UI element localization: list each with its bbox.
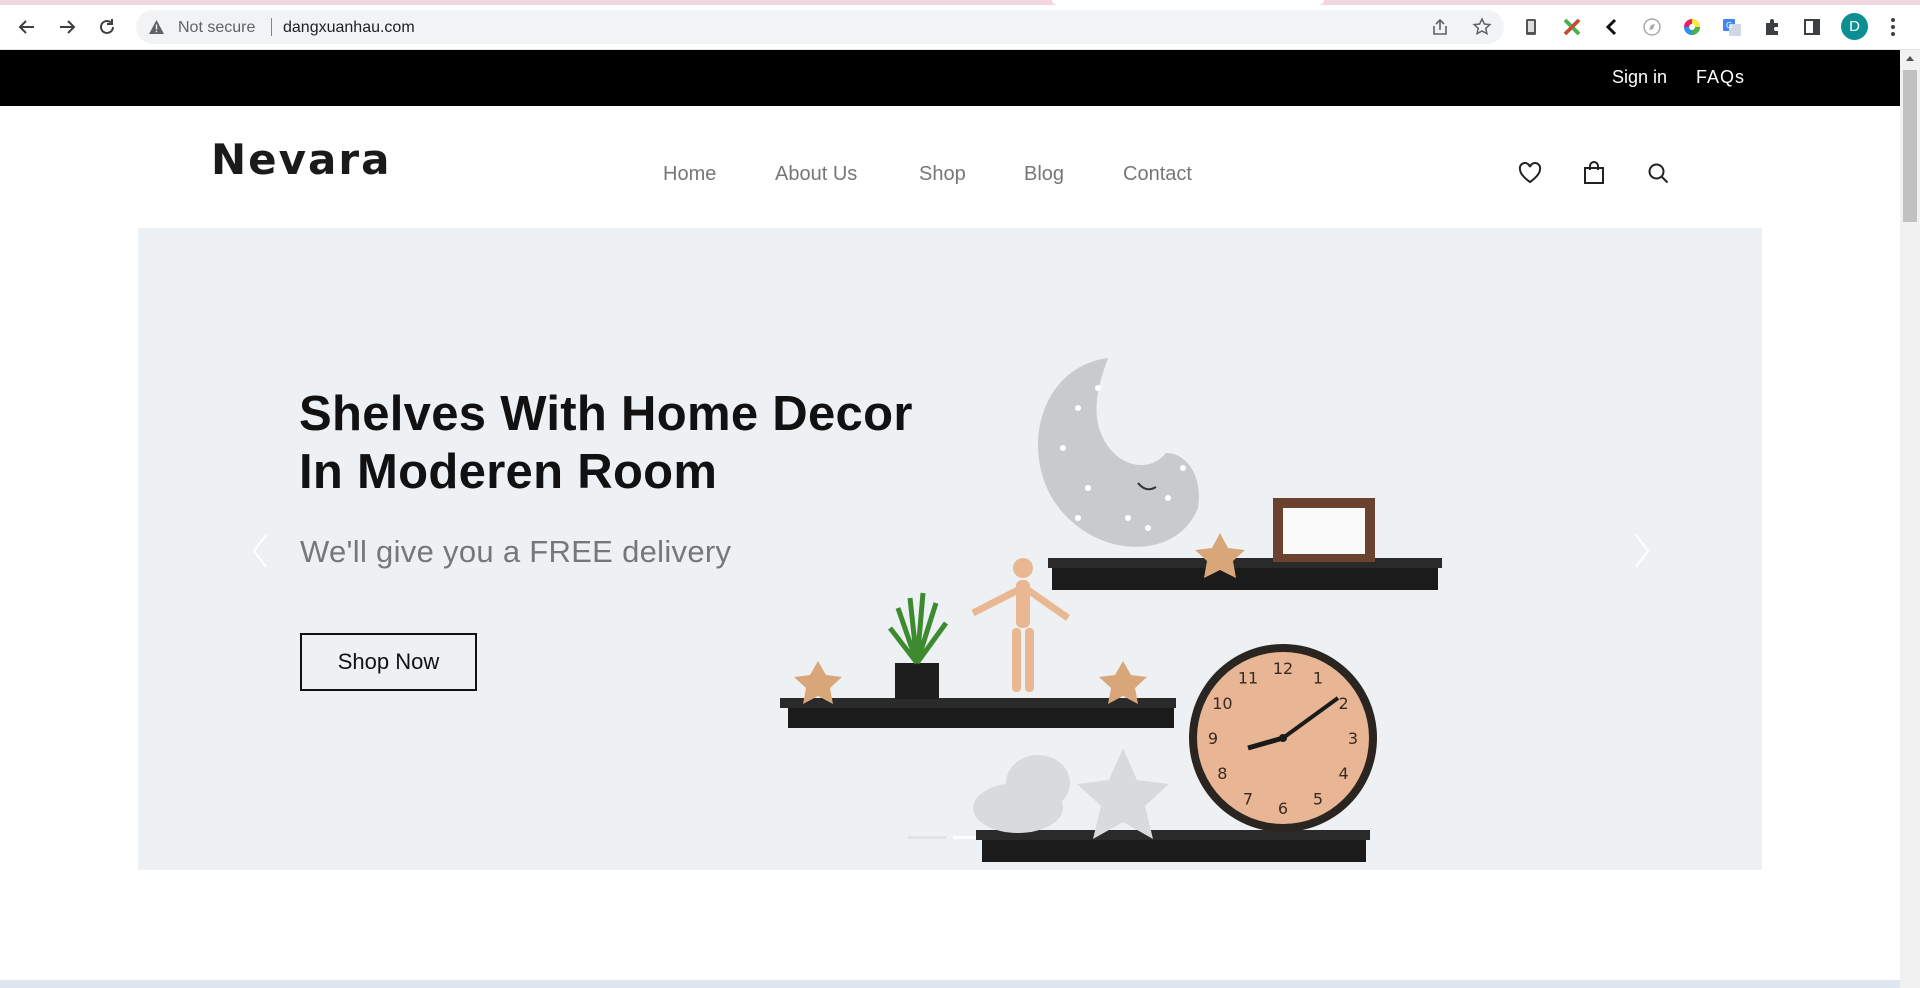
search-icon[interactable] bbox=[1645, 160, 1671, 186]
forward-button[interactable] bbox=[52, 12, 82, 42]
address-bar[interactable]: Not secure dangxuanhau.com bbox=[136, 10, 1504, 44]
clock-numeral: 7 bbox=[1243, 790, 1253, 809]
extension-phone-icon[interactable] bbox=[1520, 16, 1542, 38]
svg-text:G: G bbox=[1726, 21, 1732, 30]
bookmark-star-icon[interactable] bbox=[1472, 17, 1492, 37]
clock-numeral: 11 bbox=[1238, 668, 1258, 687]
sign-in-link[interactable]: Sign in bbox=[1612, 67, 1667, 88]
side-panel-icon[interactable] bbox=[1801, 16, 1823, 38]
potted-plant-icon bbox=[888, 592, 949, 699]
arrow-right-icon bbox=[60, 20, 76, 34]
extensions-puzzle-icon[interactable] bbox=[1761, 16, 1783, 38]
clock-numeral: 3 bbox=[1348, 729, 1358, 748]
nav-about-us[interactable]: About Us bbox=[775, 163, 857, 186]
clock-numeral: 8 bbox=[1217, 764, 1227, 783]
faqs-link[interactable]: FAQs bbox=[1696, 67, 1745, 88]
nav-home[interactable]: Home bbox=[663, 163, 716, 186]
extension-translate-icon[interactable]: G bbox=[1721, 16, 1743, 38]
extension-cross-icon[interactable] bbox=[1561, 16, 1583, 38]
extension-color-wheel-icon[interactable] bbox=[1681, 16, 1703, 38]
picture-frame bbox=[1273, 498, 1375, 562]
warning-icon bbox=[149, 20, 164, 34]
hero-slider: Shelves With Home Decor In Moderen Room … bbox=[138, 228, 1762, 870]
extension-chevron-icon[interactable] bbox=[1601, 16, 1623, 38]
hero-subtitle: We'll give you a FREE delivery bbox=[300, 534, 732, 569]
site-logo[interactable]: Nevara bbox=[211, 135, 391, 184]
slider-prev-arrow-icon[interactable] bbox=[250, 531, 270, 571]
wall-clock-icon: 12 12 3 45 6 78 9 10 11 bbox=[1189, 644, 1377, 832]
moon-pillow-icon bbox=[1037, 358, 1199, 547]
page-bottom-edge bbox=[0, 980, 1900, 988]
url-text[interactable]: dangxuanhau.com bbox=[283, 19, 415, 37]
clock-numeral: 6 bbox=[1278, 799, 1288, 818]
scroll-up-arrow-icon[interactable] bbox=[1906, 56, 1914, 61]
nav-contact[interactable]: Contact bbox=[1123, 163, 1192, 186]
top-shelf bbox=[1048, 558, 1442, 590]
clock-numeral: 1 bbox=[1313, 668, 1323, 687]
clock-numeral: 2 bbox=[1339, 694, 1349, 713]
nav-shop[interactable]: Shop bbox=[919, 163, 966, 186]
clock-numeral: 5 bbox=[1313, 790, 1323, 809]
top-utility-bar: Sign in FAQs bbox=[0, 50, 1900, 106]
clock-numeral: 12 bbox=[1273, 659, 1293, 678]
shopping-bag-icon[interactable] bbox=[1581, 160, 1607, 186]
hero-shelves-image: 12 12 3 45 6 78 9 10 11 bbox=[780, 358, 1442, 862]
wooden-star-right-icon bbox=[1099, 661, 1147, 704]
shop-now-button[interactable]: Shop Now bbox=[300, 633, 477, 691]
middle-shelf bbox=[780, 698, 1176, 728]
hero-title-line2: In Moderen Room bbox=[299, 445, 718, 499]
browser-menu-icon[interactable] bbox=[1885, 14, 1901, 40]
omnibox-separator bbox=[271, 18, 272, 36]
cloud-star-pillows-icon bbox=[973, 748, 1169, 839]
reload-icon bbox=[100, 19, 114, 34]
arrow-left-icon bbox=[18, 20, 34, 34]
security-label[interactable]: Not secure bbox=[178, 19, 255, 37]
bottom-shelf bbox=[976, 830, 1370, 862]
browser-toolbar: Not secure dangxuanhau.com G D bbox=[0, 5, 1920, 50]
back-button[interactable] bbox=[12, 12, 42, 42]
clock-numeral: 10 bbox=[1212, 694, 1232, 713]
profile-avatar[interactable]: D bbox=[1841, 13, 1868, 40]
share-icon[interactable] bbox=[1430, 17, 1450, 37]
nav-blog[interactable]: Blog bbox=[1024, 163, 1064, 186]
wishlist-heart-icon[interactable] bbox=[1517, 160, 1543, 186]
extension-compass-icon[interactable] bbox=[1641, 16, 1663, 38]
clock-numeral: 9 bbox=[1208, 729, 1218, 748]
clock-numeral: 4 bbox=[1339, 764, 1349, 783]
scrollbar-thumb[interactable] bbox=[1903, 70, 1917, 222]
wooden-star-left-icon bbox=[794, 661, 842, 704]
reload-button[interactable] bbox=[92, 12, 122, 42]
